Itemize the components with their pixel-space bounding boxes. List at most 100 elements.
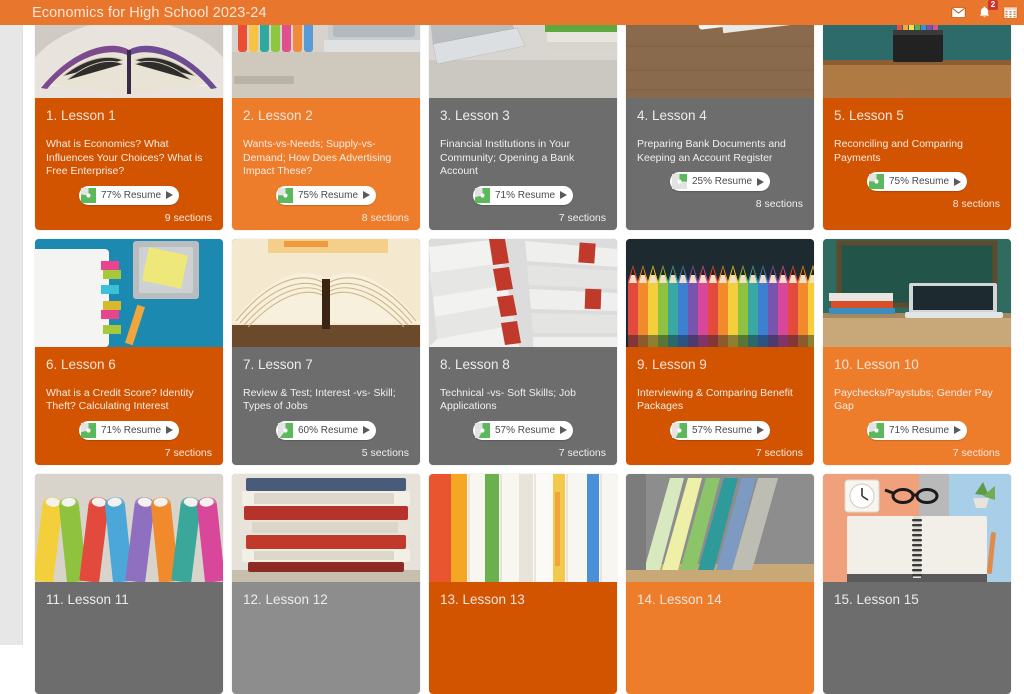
lesson-card[interactable]: 11. Lesson 11 bbox=[35, 473, 223, 694]
play-icon[interactable] bbox=[757, 177, 765, 186]
play-icon[interactable] bbox=[757, 426, 765, 434]
section-count: 8 sections bbox=[361, 211, 409, 224]
lesson-title: 10. Lesson 10 bbox=[834, 356, 919, 372]
left-gutter bbox=[0, 25, 23, 645]
lesson-card-body: 3. Lesson 3 Financial Institutions in Yo… bbox=[429, 98, 617, 230]
progress-row: 71% Resume bbox=[46, 420, 212, 440]
progress-row: 60% Resume bbox=[243, 420, 409, 440]
resume-progress-button[interactable]: 71% Resume bbox=[78, 420, 180, 440]
progress-row: 77% Resume bbox=[46, 185, 212, 205]
lesson-title: 1. Lesson 1 bbox=[46, 108, 116, 123]
lesson-thumbnail-image bbox=[35, 473, 223, 582]
progress-label: 77% Resume bbox=[100, 189, 162, 201]
lesson-title: 15. Lesson 15 bbox=[834, 591, 919, 607]
progress-donut-icon bbox=[868, 174, 884, 189]
section-count: 8 sections bbox=[952, 198, 1000, 210]
lesson-thumbnail-image bbox=[626, 238, 814, 347]
resume-progress-button[interactable]: 57% Resume bbox=[472, 420, 574, 440]
play-icon[interactable] bbox=[166, 426, 174, 434]
calendar-icon[interactable] bbox=[1003, 5, 1018, 20]
lesson-title: 12. Lesson 12 bbox=[243, 591, 328, 607]
lesson-card[interactable]: 14. Lesson 14 bbox=[626, 473, 814, 694]
lesson-description bbox=[440, 622, 606, 649]
lesson-title: 7. Lesson 7 bbox=[243, 356, 313, 372]
progress-label: 57% Resume bbox=[494, 424, 556, 436]
lesson-card[interactable]: 9. Lesson 9 Interviewing & Comparing Ben… bbox=[626, 238, 814, 465]
mail-icon[interactable] bbox=[951, 5, 966, 20]
play-icon[interactable] bbox=[363, 191, 371, 199]
play-icon[interactable] bbox=[166, 191, 174, 199]
section-count bbox=[46, 681, 212, 688]
play-icon[interactable] bbox=[954, 177, 962, 186]
progress-label: 57% Resume bbox=[691, 424, 753, 436]
resume-progress-button[interactable]: 57% Resume bbox=[669, 420, 771, 440]
section-count: 7 sections bbox=[164, 446, 212, 459]
resume-progress-button[interactable]: 75% Resume bbox=[275, 185, 377, 205]
lesson-card-body: 13. Lesson 13 bbox=[429, 582, 617, 694]
progress-row: 71% Resume bbox=[834, 420, 1000, 440]
progress-row: 57% Resume bbox=[637, 420, 803, 440]
notification-badge-count: 2 bbox=[988, 0, 998, 10]
lesson-description: Wants-vs-Needs; Supply-vs-Demand; How Do… bbox=[243, 138, 392, 177]
lesson-description: What is a Credit Score? Identity Theft? … bbox=[46, 386, 194, 413]
lesson-card-body: 7. Lesson 7 Review & Test; Interest -vs-… bbox=[232, 347, 420, 465]
play-icon[interactable] bbox=[560, 426, 568, 434]
progress-label: 71% Resume bbox=[100, 424, 162, 436]
lesson-card[interactable]: 3. Lesson 3 Financial Institutions in Yo… bbox=[429, 0, 617, 230]
resume-progress-button[interactable]: 71% Resume bbox=[866, 420, 968, 440]
play-icon[interactable] bbox=[954, 426, 962, 434]
progress-row: 71% Resume bbox=[440, 185, 606, 205]
resume-progress-button[interactable]: 25% Resume bbox=[669, 172, 771, 191]
section-count: 9 sections bbox=[164, 211, 212, 224]
lesson-description bbox=[243, 622, 409, 649]
lesson-description: Financial Institutions in Your Community… bbox=[440, 138, 575, 177]
resume-progress-button[interactable]: 75% Resume bbox=[866, 172, 968, 191]
lesson-card[interactable]: 6. Lesson 6 What is a Credit Score? Iden… bbox=[35, 238, 223, 465]
lesson-card[interactable]: 4. Lesson 4 Preparing Bank Documents and… bbox=[626, 0, 814, 230]
lesson-card[interactable]: 15. Lesson 15 bbox=[823, 473, 1011, 694]
section-count bbox=[243, 681, 409, 688]
lesson-thumbnail-image bbox=[232, 238, 420, 347]
section-count bbox=[440, 681, 606, 688]
lesson-thumbnail-image bbox=[626, 473, 814, 582]
progress-label: 25% Resume bbox=[691, 176, 753, 187]
lesson-thumbnail-image bbox=[232, 473, 420, 582]
section-count: 7 sections bbox=[558, 446, 606, 459]
lesson-card-body: 2. Lesson 2 Wants-vs-Needs; Supply-vs-De… bbox=[232, 98, 420, 230]
progress-row: 75% Resume bbox=[243, 185, 409, 205]
lesson-card[interactable]: 10. Lesson 10 Paychecks/Paystubs; Gender… bbox=[823, 238, 1011, 465]
lesson-card[interactable]: 8. Lesson 8 Technical -vs- Soft Skills; … bbox=[429, 238, 617, 465]
progress-donut-icon bbox=[671, 174, 687, 189]
resume-progress-button[interactable]: 60% Resume bbox=[275, 420, 377, 440]
resume-progress-button[interactable]: 77% Resume bbox=[78, 185, 180, 205]
progress-donut-icon bbox=[868, 422, 884, 438]
lesson-title: 11. Lesson 11 bbox=[46, 591, 129, 607]
course-card-grid: 1. Lesson 1 What is Economics? What Infl… bbox=[35, 0, 1024, 694]
lesson-description: Paychecks/Paystubs; Gender Pay Gap bbox=[834, 386, 993, 413]
progress-label: 71% Resume bbox=[494, 189, 556, 201]
lesson-card[interactable]: 5. Lesson 5 Reconciling and Comparing Pa… bbox=[823, 0, 1011, 230]
play-icon[interactable] bbox=[560, 191, 568, 199]
progress-row: 75% Resume bbox=[834, 172, 1000, 191]
lesson-card[interactable]: 13. Lesson 13 bbox=[429, 473, 617, 694]
lesson-card[interactable]: 7. Lesson 7 Review & Test; Interest -vs-… bbox=[232, 238, 420, 465]
lesson-card-body: 9. Lesson 9 Interviewing & Comparing Ben… bbox=[626, 347, 814, 465]
lesson-card-body: 12. Lesson 12 bbox=[232, 582, 420, 694]
lesson-description bbox=[637, 622, 803, 649]
lesson-title: 8. Lesson 8 bbox=[440, 356, 510, 372]
lesson-title: 9. Lesson 9 bbox=[637, 356, 707, 372]
resume-progress-button[interactable]: 71% Resume bbox=[472, 185, 574, 205]
notifications-bell-icon[interactable]: 2 bbox=[977, 0, 998, 20]
topbar-icon-group: 2 bbox=[951, 0, 1018, 20]
page-content-area: 1. Lesson 1 What is Economics? What Infl… bbox=[0, 0, 1024, 694]
lesson-card[interactable]: 12. Lesson 12 bbox=[232, 473, 420, 694]
progress-donut-icon bbox=[474, 187, 490, 203]
lesson-card[interactable]: 1. Lesson 1 What is Economics? What Infl… bbox=[35, 0, 223, 230]
section-count bbox=[834, 681, 1000, 688]
lesson-card[interactable]: 2. Lesson 2 Wants-vs-Needs; Supply-vs-De… bbox=[232, 0, 420, 230]
play-icon[interactable] bbox=[363, 426, 371, 434]
progress-label: 75% Resume bbox=[888, 176, 950, 187]
lesson-description: Reconciling and Comparing Payments bbox=[834, 138, 963, 164]
lesson-description: Interviewing & Comparing Benefit Package… bbox=[637, 386, 793, 413]
section-count: 8 sections bbox=[755, 198, 803, 210]
